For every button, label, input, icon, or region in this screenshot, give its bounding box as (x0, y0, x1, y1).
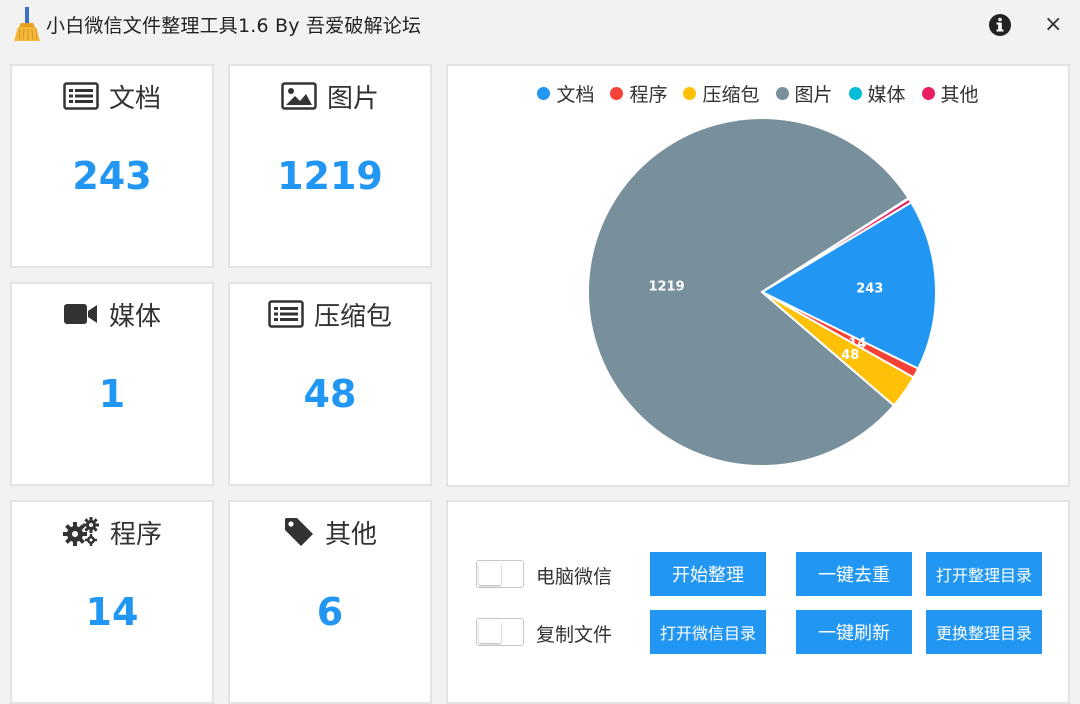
stat-label: 媒体 (108, 301, 161, 332)
stat-label: 图片 (326, 83, 379, 114)
option-label-copy-files: 复制文件 (536, 624, 613, 646)
dedupe-button[interactable]: 一键去重 (796, 552, 912, 596)
stat-card-archive: 压缩包 48 (228, 282, 432, 486)
stat-card-images: 图片 1219 (228, 64, 432, 268)
pie-data-label-docs: 243 (856, 281, 883, 296)
broom-icon (14, 7, 40, 41)
option-label-pc-wechat: 电脑微信 (536, 566, 613, 588)
info-icon[interactable] (988, 13, 1012, 37)
pie-chart: 24314481219 (587, 117, 937, 467)
stat-label: 其他 (324, 519, 377, 550)
toggle-knob (479, 621, 501, 643)
controls-card: 电脑微信 复制文件 开始整理 一键去重 打开整理目录 打开微信目录 一键刷新 更… (446, 500, 1070, 704)
refresh-button[interactable]: 一键刷新 (796, 610, 912, 654)
stat-value: 6 (316, 590, 344, 634)
change-output-dir-button[interactable]: 更换整理目录 (926, 610, 1042, 654)
stat-value: 1219 (277, 154, 383, 198)
gears-icon (62, 517, 99, 546)
stat-value: 243 (72, 154, 152, 198)
pie-data-label-images: 1219 (648, 279, 684, 294)
open-wechat-dir-button[interactable]: 打开微信目录 (650, 610, 766, 654)
toggle-copy-files[interactable] (476, 618, 524, 646)
stat-value: 1 (98, 372, 126, 416)
stat-value: 14 (85, 590, 139, 634)
title-bar: 小白微信文件整理工具1.6 By 吾爱破解论坛 × (0, 0, 1080, 52)
toggle-knob (479, 563, 501, 585)
video-camera-icon (63, 304, 97, 324)
image-icon (281, 82, 317, 110)
stat-card-programs: 程序 14 (10, 500, 214, 704)
pie-data-label-archive: 48 (841, 348, 859, 363)
document-list-icon (63, 82, 99, 110)
window-title: 小白微信文件整理工具1.6 By 吾爱破解论坛 (46, 15, 422, 37)
chart-card: 文档 程序 压缩包 图片 媒体 其他 243 14 48 1219 (446, 64, 1070, 487)
stat-label: 程序 (109, 519, 162, 550)
stat-card-other: 其他 6 (228, 500, 432, 704)
stat-card-media: 媒体 1 (10, 282, 214, 486)
stat-value: 48 (303, 372, 357, 416)
stat-card-docs: 文档 243 (10, 64, 214, 268)
open-output-dir-button[interactable]: 打开整理目录 (926, 552, 1042, 596)
archive-list-icon (268, 300, 304, 328)
start-organize-button[interactable]: 开始整理 (650, 552, 766, 596)
stat-label: 文档 (108, 83, 161, 114)
stat-label: 压缩包 (313, 301, 392, 332)
toggle-pc-wechat[interactable] (476, 560, 524, 588)
tag-icon (284, 518, 313, 546)
close-icon[interactable]: × (1044, 12, 1062, 38)
